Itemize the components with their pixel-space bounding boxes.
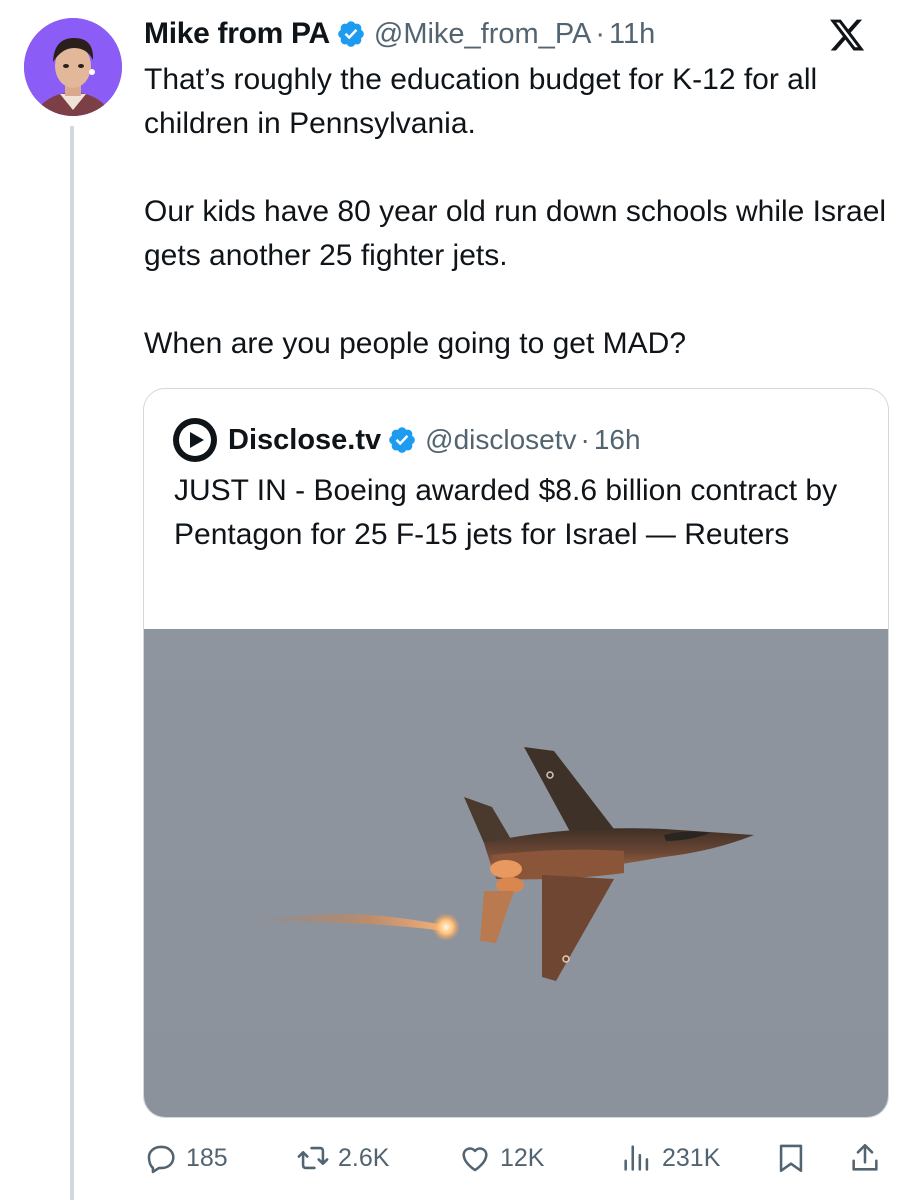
retweet-icon bbox=[297, 1146, 329, 1170]
like-button[interactable]: 12K bbox=[458, 1136, 544, 1180]
thread-line bbox=[70, 126, 74, 1200]
tweet-header: Mike from PA @Mike_from_PA · 11h bbox=[144, 12, 655, 56]
retweet-count: 2.6K bbox=[338, 1143, 390, 1172]
author-display-name[interactable]: Mike from PA bbox=[144, 17, 330, 51]
separator-dot: · bbox=[595, 17, 606, 50]
quoted-tweet-card[interactable]: Disclose.tv @disclosetv · 16h JUST IN - … bbox=[143, 388, 889, 1118]
quoted-tweet-timestamp[interactable]: 16h bbox=[594, 424, 641, 456]
author-avatar[interactable] bbox=[24, 18, 122, 116]
share-button[interactable] bbox=[848, 1136, 890, 1180]
tweet-paragraph: Our kids have 80 year old run down schoo… bbox=[144, 195, 887, 272]
quoted-author-display-name[interactable]: Disclose.tv bbox=[228, 424, 381, 457]
like-count: 12K bbox=[500, 1143, 545, 1172]
quoted-tweet-header: Disclose.tv @disclosetv · 16h bbox=[172, 417, 641, 463]
separator-dot: · bbox=[580, 424, 590, 455]
bookmark-icon bbox=[779, 1144, 803, 1173]
tweet-paragraph: That’s roughly the education budget for … bbox=[144, 63, 818, 140]
quoted-author-handle[interactable]: @disclosetv bbox=[425, 424, 576, 456]
reply-icon bbox=[147, 1145, 175, 1174]
heart-icon bbox=[462, 1147, 488, 1172]
quoted-tweet-text: JUST IN - Boeing awarded $8.6 billion co… bbox=[174, 474, 838, 551]
reply-count: 185 bbox=[186, 1143, 228, 1172]
tweet-timestamp[interactable]: 11h bbox=[609, 18, 655, 51]
tweet-action-bar: 185 2.6K 12K 231K bbox=[144, 1136, 894, 1180]
x-logo-icon bbox=[828, 16, 866, 54]
views-button[interactable]: 231K bbox=[620, 1136, 720, 1180]
share-icon bbox=[852, 1143, 878, 1171]
view-count: 231K bbox=[662, 1143, 721, 1172]
disclose-tv-logo-icon[interactable] bbox=[172, 417, 218, 463]
fighter-jet-photo[interactable] bbox=[144, 629, 888, 1117]
tweet-text: That’s roughly the education budget for … bbox=[144, 58, 904, 366]
retweet-button[interactable]: 2.6K bbox=[296, 1136, 389, 1180]
bookmark-button[interactable] bbox=[774, 1136, 816, 1180]
views-chart-icon bbox=[624, 1145, 649, 1171]
verified-badge-icon bbox=[387, 425, 417, 455]
tweet-paragraph: When are you people going to get MAD? bbox=[144, 327, 687, 360]
author-handle[interactable]: @Mike_from_PA bbox=[374, 18, 591, 51]
verified-badge-icon bbox=[336, 19, 366, 49]
reply-button[interactable]: 185 bbox=[144, 1136, 228, 1180]
